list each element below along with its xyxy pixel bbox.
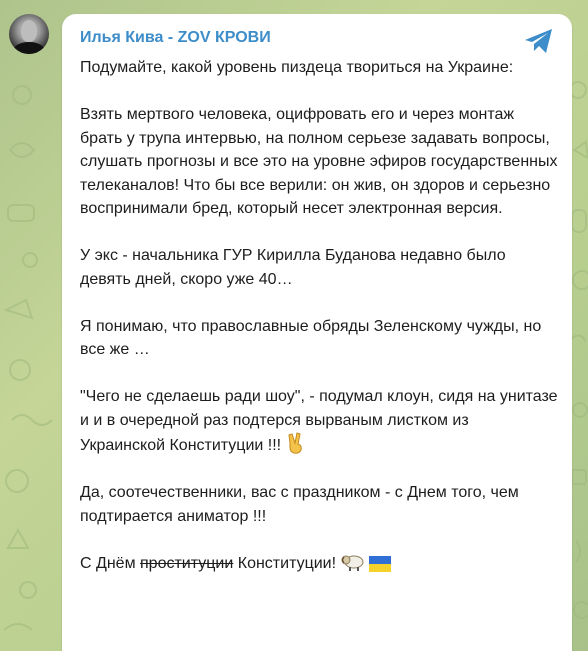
message-paragraph-5-text: "Чего не сделаешь ради шоу", - подумал к…	[80, 388, 558, 454]
message-paragraph-1: Подумайте, какой уровень пиздеца творить…	[80, 59, 514, 76]
message-paragraph-4: Я понимаю, что православные обряды Зелен…	[80, 317, 542, 359]
message-paragraph-7-suffix: Конституции!	[233, 554, 341, 572]
strikethrough-word: проституции	[140, 554, 234, 572]
message-text: Подумайте, какой уровень пиздеца творить…	[80, 56, 558, 575]
message-paragraph-3: У экс - начальника ГУР Кирилла Буданова …	[80, 247, 506, 288]
victory-hand-icon	[288, 432, 302, 454]
channel-name[interactable]: Илья Кива - ZOV КРОВИ	[80, 29, 271, 47]
message-paragraph-7: С Днём проституции Конституции!	[80, 552, 558, 576]
ram-icon	[341, 555, 363, 571]
avatar-face	[21, 20, 37, 42]
avatar-shoulders	[13, 42, 45, 54]
avatar[interactable]	[9, 14, 49, 54]
message-paragraph-6: Да, соотечественники, вас с праздником -…	[80, 484, 519, 525]
ukraine-flag-icon	[368, 555, 391, 572]
message-paragraph-2: Взять мертвого человека, оцифровать его …	[80, 106, 558, 217]
telegram-send-icon[interactable]	[522, 26, 556, 56]
message-bubble: Илья Кива - ZOV КРОВИ Подумайте, какой у…	[62, 14, 572, 651]
message-paragraph-7-prefix: С Днём	[80, 554, 141, 572]
message-paragraph-5: "Чего не сделаешь ради шоу", - подумал к…	[80, 385, 558, 458]
